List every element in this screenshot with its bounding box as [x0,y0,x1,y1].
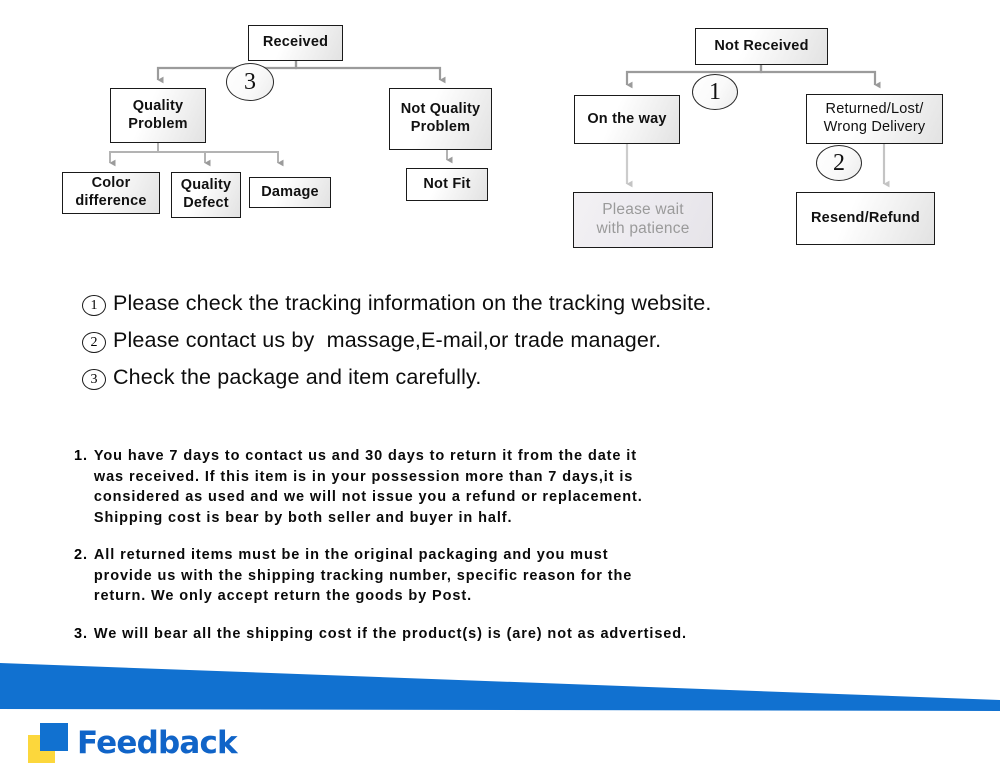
flow-box-please-wait: Please wait with patience [573,192,713,248]
policy-number-3: 3. [74,626,88,643]
flow-box-not-received: Not Received [695,28,828,65]
policy-item: 1. You have 7 days to contact us and 30 … [74,446,974,528]
feedback-logo: Feedback [28,720,238,766]
flowchart-diagram: Received 3 Quality Problem Not Quality P… [0,0,1000,270]
instruction-marker-1: 1 [82,295,106,316]
instruction-item: 2 Please contact us by massage,E-mail,or… [82,327,942,359]
flow-box-resend-refund: Resend/Refund [796,192,935,245]
instruction-marker-3: 3 [82,369,106,390]
footer-banner-wedge [0,663,1000,711]
policy-text-3: We will bear all the shipping cost if th… [93,626,687,643]
policy-item: 2. All returned items must be in the ori… [74,545,974,607]
flow-box-returned-lost-wrong: Returned/Lost/ Wrong Delivery [806,94,943,144]
flow-box-on-the-way: On the way [574,95,680,144]
instruction-text-3: Check the package and item carefully. [113,365,482,389]
policy-number-1: 1. [74,448,88,464]
flow-box-not-fit: Not Fit [406,168,488,201]
flow-box-quality-problem: Quality Problem [110,88,206,143]
flow-marker-1: 1 [692,74,738,110]
policy-list: 1. You have 7 days to contact us and 30 … [74,446,974,662]
logo-square-blue [40,723,68,751]
flow-marker-3: 3 [226,63,274,101]
policy-text-1: You have 7 days to contact us and 30 day… [93,448,643,526]
instruction-item: 3 Check the package and item carefully. [82,364,942,396]
instruction-item: 1 Please check the tracking information … [82,290,942,322]
logo-wordmark: Feedback [77,724,238,761]
instructions-list: 1 Please check the tracking information … [82,290,942,401]
policy-item: 3. We will bear all the shipping cost if… [74,624,974,645]
flow-box-received: Received [248,25,343,61]
instruction-marker-2: 2 [82,332,106,353]
policy-number-2: 2. [74,547,88,564]
instruction-text-2: Please contact us by massage,E-mail,or t… [113,328,662,352]
flow-marker-2: 2 [816,145,862,181]
flow-box-color-difference: Color difference [62,172,160,214]
instruction-text-1: Please check the tracking information on… [113,291,712,315]
flow-box-damage: Damage [249,177,331,208]
flow-box-quality-defect: Quality Defect [171,172,241,218]
flow-box-not-quality-problem: Not Quality Problem [389,88,492,150]
policy-text-2: All returned items must be in the origin… [93,547,633,605]
logo-squares-icon [28,723,68,763]
